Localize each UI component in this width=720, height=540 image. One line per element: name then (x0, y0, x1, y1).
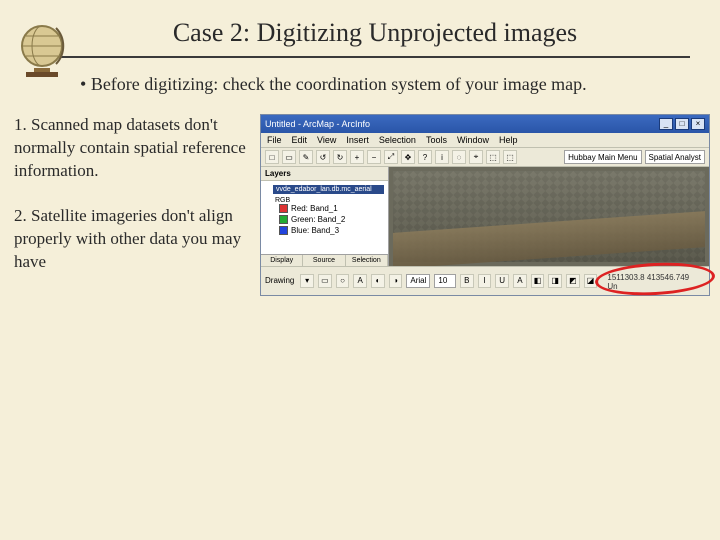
font-color-icon[interactable]: A (513, 274, 527, 288)
draw-icon[interactable]: ▭ (318, 274, 332, 288)
menu-tools[interactable]: Tools (426, 135, 447, 145)
close-button[interactable]: × (691, 118, 705, 130)
text-icon[interactable]: A (353, 274, 367, 288)
draw-icon[interactable]: ▾ (300, 274, 314, 288)
rgb-label: RGB (275, 197, 384, 204)
menubar: File Edit View Insert Selection Tools Wi… (261, 133, 709, 148)
toc-tabs: Display Source Selection (261, 254, 388, 266)
arcmap-window: Untitled - ArcMap - ArcInfo _ □ × File E… (260, 114, 710, 296)
style-icon[interactable]: ◧ (531, 274, 545, 288)
bold-icon[interactable]: B (460, 274, 474, 288)
draw-icon[interactable]: ◑ (389, 274, 403, 288)
slide-intro: Before digitizing: check the coordinatio… (80, 72, 670, 96)
drawing-toolbar: Drawing ▾ ▭ ○ A ◐ ◑ Arial 10 B I U A ◧ ◨… (261, 266, 709, 295)
tab-display[interactable]: Display (261, 255, 303, 266)
menu-window[interactable]: Window (457, 135, 489, 145)
map-view[interactable] (389, 167, 709, 266)
tool-icon[interactable]: ◌ (452, 150, 466, 164)
green-swatch-icon (279, 215, 288, 224)
draw-icon[interactable]: ◐ (371, 274, 385, 288)
draw-icon[interactable]: ○ (336, 274, 350, 288)
tool-icon[interactable]: ↻ (333, 150, 347, 164)
slide-title: Case 2: Digitizing Unprojected images (60, 0, 690, 58)
menu-edit[interactable]: Edit (292, 135, 308, 145)
window-title: Untitled - ArcMap - ArcInfo (265, 119, 370, 129)
tool-icon[interactable]: ▭ (282, 150, 296, 164)
tool-icon[interactable]: ⤢ (384, 150, 398, 164)
tool-icon[interactable]: ⬚ (486, 150, 500, 164)
tool-icon[interactable]: □ (265, 150, 279, 164)
blue-swatch-icon (279, 226, 288, 235)
toolbar-dropdown[interactable]: Spatial Analyst (645, 150, 705, 164)
italic-icon[interactable]: I (478, 274, 492, 288)
tool-icon[interactable]: ↺ (316, 150, 330, 164)
font-select[interactable]: Arial (406, 274, 430, 288)
style-icon[interactable]: ◨ (548, 274, 562, 288)
menu-insert[interactable]: Insert (346, 135, 369, 145)
tool-icon[interactable]: ⌖ (469, 150, 483, 164)
style-icon[interactable]: ◪ (584, 274, 598, 288)
red-swatch-icon (279, 204, 288, 213)
point-2: 2. Satellite imageries don't align prope… (14, 205, 252, 274)
points-list: 1. Scanned map datasets don't normally c… (14, 114, 252, 296)
toolbar-dropdown[interactable]: Hubbay Main Menu (564, 150, 641, 164)
tool-icon[interactable]: ⬚ (503, 150, 517, 164)
menu-selection[interactable]: Selection (379, 135, 416, 145)
band-row[interactable]: Green: Band_2 (279, 215, 384, 224)
main-toolbar: □ ▭ ✎ ↺ ↻ + − ⤢ ✥ ? i ◌ ⌖ ⬚ ⬚ Hubbay Mai… (261, 148, 709, 167)
menu-view[interactable]: View (317, 135, 336, 145)
layer-group-title[interactable]: vvde_edabor_lan.db.mc_aerial (273, 185, 384, 194)
font-size-select[interactable]: 10 (434, 274, 456, 288)
zoom-out-icon[interactable]: − (367, 150, 381, 164)
band-row[interactable]: Blue: Band_3 (279, 226, 384, 235)
point-1: 1. Scanned map datasets don't normally c… (14, 114, 252, 183)
zoom-in-icon[interactable]: + (350, 150, 364, 164)
style-icon[interactable]: ◩ (566, 274, 580, 288)
menu-help[interactable]: Help (499, 135, 518, 145)
maximize-button[interactable]: □ (675, 118, 689, 130)
band-row[interactable]: Red: Band_1 (279, 204, 384, 213)
toc-header: Layers (261, 167, 388, 181)
tab-selection[interactable]: Selection (346, 255, 388, 266)
table-of-contents: Layers vvde_edabor_lan.db.mc_aerial RGB … (261, 167, 389, 266)
tool-icon[interactable]: ✎ (299, 150, 313, 164)
menu-file[interactable]: File (267, 135, 282, 145)
identify-icon[interactable]: i (435, 150, 449, 164)
drawing-label: Drawing (265, 276, 294, 285)
underline-icon[interactable]: U (495, 274, 509, 288)
tab-source[interactable]: Source (303, 255, 345, 266)
pan-icon[interactable]: ✥ (401, 150, 415, 164)
coordinate-readout: 1511303.8 413546.749 Un (601, 269, 705, 293)
titlebar: Untitled - ArcMap - ArcInfo _ □ × (261, 115, 709, 133)
tool-icon[interactable]: ? (418, 150, 432, 164)
minimize-button[interactable]: _ (659, 118, 673, 130)
